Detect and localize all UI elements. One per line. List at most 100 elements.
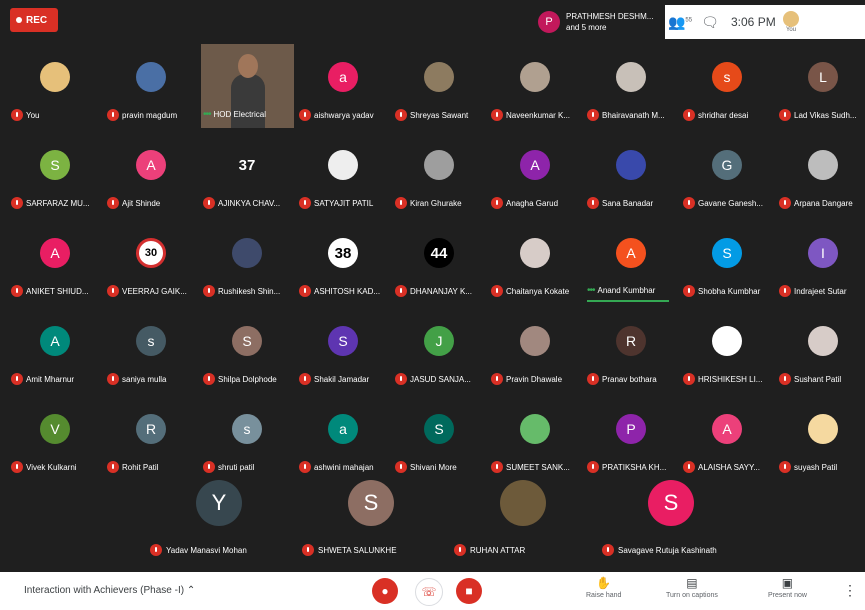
participant-tile[interactable]: R Rohit Patil [103,394,199,482]
participant-tile[interactable]: A Amit Mharnur [7,306,103,394]
participant-tile[interactable]: I Indrajeet Sutar [775,218,865,306]
participant-name: Pravin Dhawale [491,373,562,385]
participant-tile[interactable]: A ••• Anand Kumbhar [583,218,679,306]
participant-tile[interactable]: You [7,42,103,130]
participant-tile[interactable]: A Ajit Shinde [103,130,199,218]
photo-avatar [500,480,546,526]
participant-name: VEERRAJ GAIK... [107,285,187,297]
meeting-grid: REC P PRATHMESH DESHM... and 5 more 👥55 … [0,0,865,572]
participant-name-label: ashwini mahajan [314,462,374,472]
participant-name-label: suyash Patil [794,462,838,472]
self-label: You [785,27,797,33]
participant-name-label: Pranav bothara [602,374,657,384]
participant-tile[interactable]: a ashwini mahajan [295,394,391,482]
mic-muted-icon [395,373,407,385]
initial-avatar: A [40,326,70,356]
people-icon[interactable]: 👥55 [665,14,695,31]
participant-tile[interactable]: Y Yadav Manasvi Mohan [146,480,296,570]
participant-tile[interactable]: SUMEET SANK... [487,394,583,482]
photo-avatar [808,150,838,180]
participant-tile[interactable]: 30 VEERRAJ GAIK... [103,218,199,306]
participant-tile[interactable]: SATYAJIT PATIL [295,130,391,218]
participant-tile[interactable]: S Shivani More [391,394,487,482]
initial-avatar: S [712,238,742,268]
mic-off-button[interactable]: ● [372,578,398,604]
participant-tile[interactable]: V Vivek Kulkarni [7,394,103,482]
participant-tile[interactable]: L Lad Vikas Sudh... [775,42,865,130]
hangup-button[interactable]: ☏ [415,578,443,606]
participant-tile[interactable]: Sana Banadar [583,130,679,218]
mic-muted-icon [779,285,791,297]
participant-tile[interactable]: A ANIKET SHIUD... [7,218,103,306]
self-avatar [783,11,799,27]
participant-tile[interactable]: S Savagave Rutuja Kashinath [598,480,748,570]
present-label: Present now [768,592,807,599]
participant-tile[interactable]: Arpana Dangare [775,130,865,218]
participant-tile[interactable]: Bhairavanath M... [583,42,679,130]
initial-avatar: A [616,238,646,268]
participant-tile[interactable]: a aishwarya yadav [295,42,391,130]
participant-tile[interactable]: S SARFARAZ MU... [7,130,103,218]
participant-tile[interactable]: s shruti patil [199,394,295,482]
raise-hand-label: Raise hand [586,592,622,599]
mic-muted-icon [395,197,407,209]
participant-tile[interactable]: 37 AJINKYA CHAV... [199,130,295,218]
raise-hand-button[interactable]: ✋ Raise hand [586,576,621,599]
camera-off-button[interactable]: ■ [456,578,482,604]
mic-muted-icon [491,197,503,209]
participant-name-label: Amit Mharnur [26,374,75,384]
participant-name-label: SUMEET SANK... [506,462,570,472]
participant-tile[interactable]: 38 ASHITOSH KAD... [295,218,391,306]
participant-tile[interactable]: Sushant Patil [775,306,865,394]
participant-name: Sana Banadar [587,197,653,209]
mic-muted-icon [602,544,614,556]
participant-tile[interactable]: Naveenkumar K... [487,42,583,130]
initial-avatar: A [712,414,742,444]
presenter-chip[interactable]: P PRATHMESH DESHM... and 5 more [530,7,665,37]
participant-tile[interactable]: Rushikesh Shin... [199,218,295,306]
participant-name: Ajit Shinde [107,197,160,209]
present-button[interactable]: ▣ Present now [768,576,807,599]
mic-muted-icon [683,373,695,385]
participant-name: SUMEET SANK... [491,461,570,473]
mic-muted-icon [683,461,695,473]
participant-tile[interactable]: Shreyas Sawant [391,42,487,130]
initial-avatar: s [136,326,166,356]
participant-tile[interactable]: S Shilpa Dolphode [199,306,295,394]
meeting-name: Interaction with Achievers (Phase -I) [24,585,185,596]
self-preview[interactable]: You [783,11,799,33]
participant-tile[interactable]: S Shobha Kumbhar [679,218,775,306]
participant-tile[interactable]: S SHWETA SALUNKHE [298,480,448,570]
mic-muted-icon [299,109,311,121]
participant-tile[interactable]: J JASUD SANJA... [391,306,487,394]
participant-tile[interactable]: A ALAISHA SAYY... [679,394,775,482]
participant-tile[interactable]: pravin magdum [103,42,199,130]
participant-tile[interactable]: ••• HOD Electrical [199,42,295,130]
participant-tile[interactable]: suyash Patil [775,394,865,482]
captions-button[interactable]: ▤ Turn on captions [666,576,718,599]
participant-tile[interactable]: Pravin Dhawale [487,306,583,394]
participant-name-label: Shilpa Dolphode [218,374,277,384]
participant-name: Indrajeet Sutar [779,285,846,297]
more-options-icon[interactable]: ⋮ [843,582,857,599]
participant-tile[interactable]: P PRATIKSHA KH... [583,394,679,482]
participant-tile[interactable]: R Pranav bothara [583,306,679,394]
participant-tile[interactable]: s shridhar desai [679,42,775,130]
participant-tile[interactable]: G Gavane Ganesh... [679,130,775,218]
participant-tile[interactable]: 44 DHANANJAY K... [391,218,487,306]
initial-avatar: s [232,414,262,444]
participant-tile[interactable]: s saniya mulla [103,306,199,394]
initial-avatar: P [616,414,646,444]
participant-tile[interactable]: RUHAN ATTAR [450,480,600,570]
chat-icon[interactable]: 🗨 [695,14,725,31]
people-count: 55 [685,16,693,23]
participant-name: Shivani More [395,461,457,473]
captions-label: Turn on captions [666,592,718,599]
initial-avatar: S [40,150,70,180]
participant-tile[interactable]: HRISHIKESH LI... [679,306,775,394]
participant-tile[interactable]: Chaitanya Kokate [487,218,583,306]
participant-tile[interactable]: Kiran Ghurake [391,130,487,218]
participant-tile[interactable]: S Shakil Jamadar [295,306,391,394]
meeting-title[interactable]: Interaction with Achievers (Phase -I) ⌃ [24,585,195,596]
participant-tile[interactable]: A Anagha Garud [487,130,583,218]
